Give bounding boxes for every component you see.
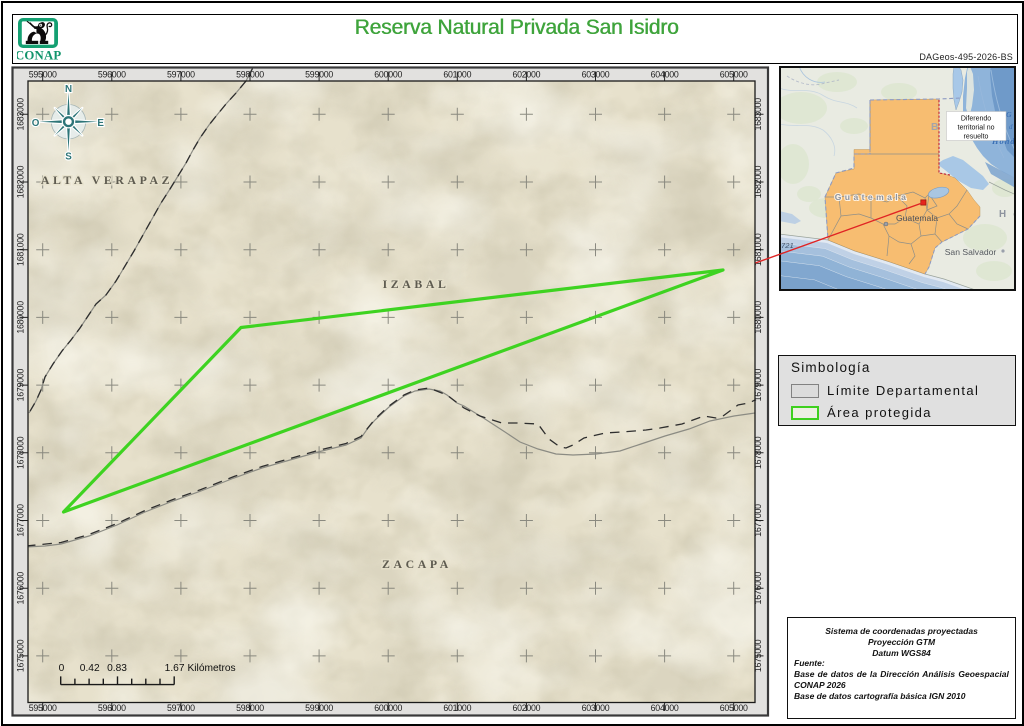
svg-text:1681000: 1681000 <box>16 233 26 266</box>
svg-text:605000: 605000 <box>720 70 748 80</box>
svg-text:721: 721 <box>781 241 794 250</box>
svg-text:d: d <box>1009 123 1013 131</box>
svg-text:1678000: 1678000 <box>16 436 26 469</box>
svg-text:598000: 598000 <box>236 70 264 80</box>
svg-text:604000: 604000 <box>651 703 679 713</box>
svg-text:0: 0 <box>59 663 65 674</box>
svg-text:O: O <box>32 118 40 129</box>
svg-text:San Salvador: San Salvador <box>945 247 997 257</box>
svg-text:595000: 595000 <box>29 703 57 713</box>
svg-text:1.67: 1.67 <box>165 663 185 674</box>
svg-text:1683000: 1683000 <box>16 98 26 131</box>
svg-text:596000: 596000 <box>98 70 126 80</box>
svg-text:600000: 600000 <box>374 703 402 713</box>
svg-text:597000: 597000 <box>167 70 195 80</box>
svg-text:602000: 602000 <box>512 703 540 713</box>
svg-text:Diferendo: Diferendo <box>961 116 991 123</box>
svg-text:E: E <box>97 118 104 129</box>
svg-text:599000: 599000 <box>305 70 333 80</box>
svg-text:S: S <box>65 152 72 163</box>
svg-text:599000: 599000 <box>305 703 333 713</box>
svg-text:B: B <box>931 121 939 133</box>
svg-text:1679000: 1679000 <box>16 368 26 401</box>
svg-text:0.42: 0.42 <box>80 663 100 674</box>
svg-text:600000: 600000 <box>374 70 402 80</box>
svg-text:1675000: 1675000 <box>16 639 26 672</box>
svg-text:603000: 603000 <box>582 703 610 713</box>
svg-text:1682000: 1682000 <box>16 165 26 198</box>
svg-text:595000: 595000 <box>29 70 57 80</box>
svg-text:598000: 598000 <box>236 703 264 713</box>
svg-text:596000: 596000 <box>98 703 126 713</box>
svg-text:H o: H o <box>999 209 1016 220</box>
svg-text:ALTA VERAPAZ: ALTA VERAPAZ <box>41 173 173 187</box>
svg-text:603000: 603000 <box>582 70 610 80</box>
svg-text:Kilómetros: Kilómetros <box>188 663 236 674</box>
svg-text:N: N <box>65 84 72 95</box>
svg-text:Guatemala: Guatemala <box>896 213 938 223</box>
svg-text:1676000: 1676000 <box>16 572 26 605</box>
svg-text:ZACAPA: ZACAPA <box>382 557 452 571</box>
svg-text:605000: 605000 <box>720 703 748 713</box>
svg-text:1677000: 1677000 <box>16 504 26 537</box>
svg-text:601000: 601000 <box>443 70 471 80</box>
svg-text:1680000: 1680000 <box>16 301 26 334</box>
svg-text:602000: 602000 <box>512 70 540 80</box>
svg-text:territorial no: territorial no <box>958 125 995 132</box>
svg-text:604000: 604000 <box>651 70 679 80</box>
svg-text:597000: 597000 <box>167 703 195 713</box>
svg-text:0.83: 0.83 <box>107 663 127 674</box>
svg-text:resuelto: resuelto <box>964 134 989 141</box>
svg-text:601000: 601000 <box>443 703 471 713</box>
svg-text:Guatemala: Guatemala <box>835 192 910 202</box>
svg-text:IZABAL: IZABAL <box>383 277 450 291</box>
